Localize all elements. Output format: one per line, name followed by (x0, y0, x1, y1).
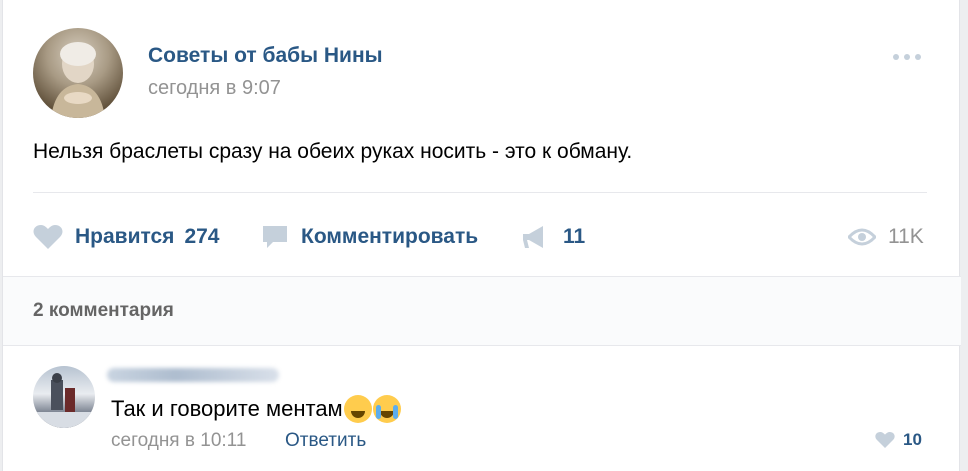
like-button[interactable]: Нравится 274 (33, 220, 219, 254)
share-button[interactable]: 11 (521, 220, 585, 254)
commenter-name-blurred[interactable] (107, 368, 279, 382)
post-date[interactable]: сегодня в 9:07 (148, 77, 281, 100)
comment-label: Комментировать (301, 225, 479, 248)
comment-like-count: 10 (903, 430, 922, 449)
divider (33, 192, 927, 193)
heart-icon (875, 432, 895, 448)
commenter-avatar[interactable] (33, 366, 95, 428)
more-dots-icon[interactable] (893, 52, 927, 62)
reply-button[interactable]: Ответить (285, 430, 366, 452)
rofl-emoji-icon (343, 395, 372, 423)
views-indicator: 11K (848, 220, 924, 254)
eye-icon (848, 228, 876, 246)
comments-count[interactable]: 2 комментария (33, 300, 174, 322)
comment-like-button[interactable]: 10 (875, 430, 922, 450)
author-avatar[interactable] (33, 28, 123, 118)
megaphone-icon (523, 226, 543, 248)
share-count: 11 (563, 225, 586, 248)
comment-text-content: Так и говорите ментам (111, 396, 343, 421)
comment-date[interactable]: сегодня в 10:11 (111, 430, 246, 452)
like-label: Нравится (75, 225, 175, 248)
heart-icon (33, 225, 63, 249)
author-name[interactable]: Советы от бабы Нины (148, 44, 383, 68)
views-count: 11K (888, 225, 924, 248)
comment-icon (263, 226, 287, 248)
divider (3, 345, 961, 346)
crying-emoji-icon (372, 395, 401, 423)
comment-button[interactable]: Комментировать (261, 220, 478, 254)
comment-text: Так и говорите ментам (111, 395, 401, 423)
post-text: Нельзя браслеты сразу на обеих руках нос… (33, 140, 633, 163)
post-card: Советы от бабы Нины сегодня в 9:07 Нельз… (2, 0, 961, 471)
like-count: 274 (184, 225, 220, 248)
